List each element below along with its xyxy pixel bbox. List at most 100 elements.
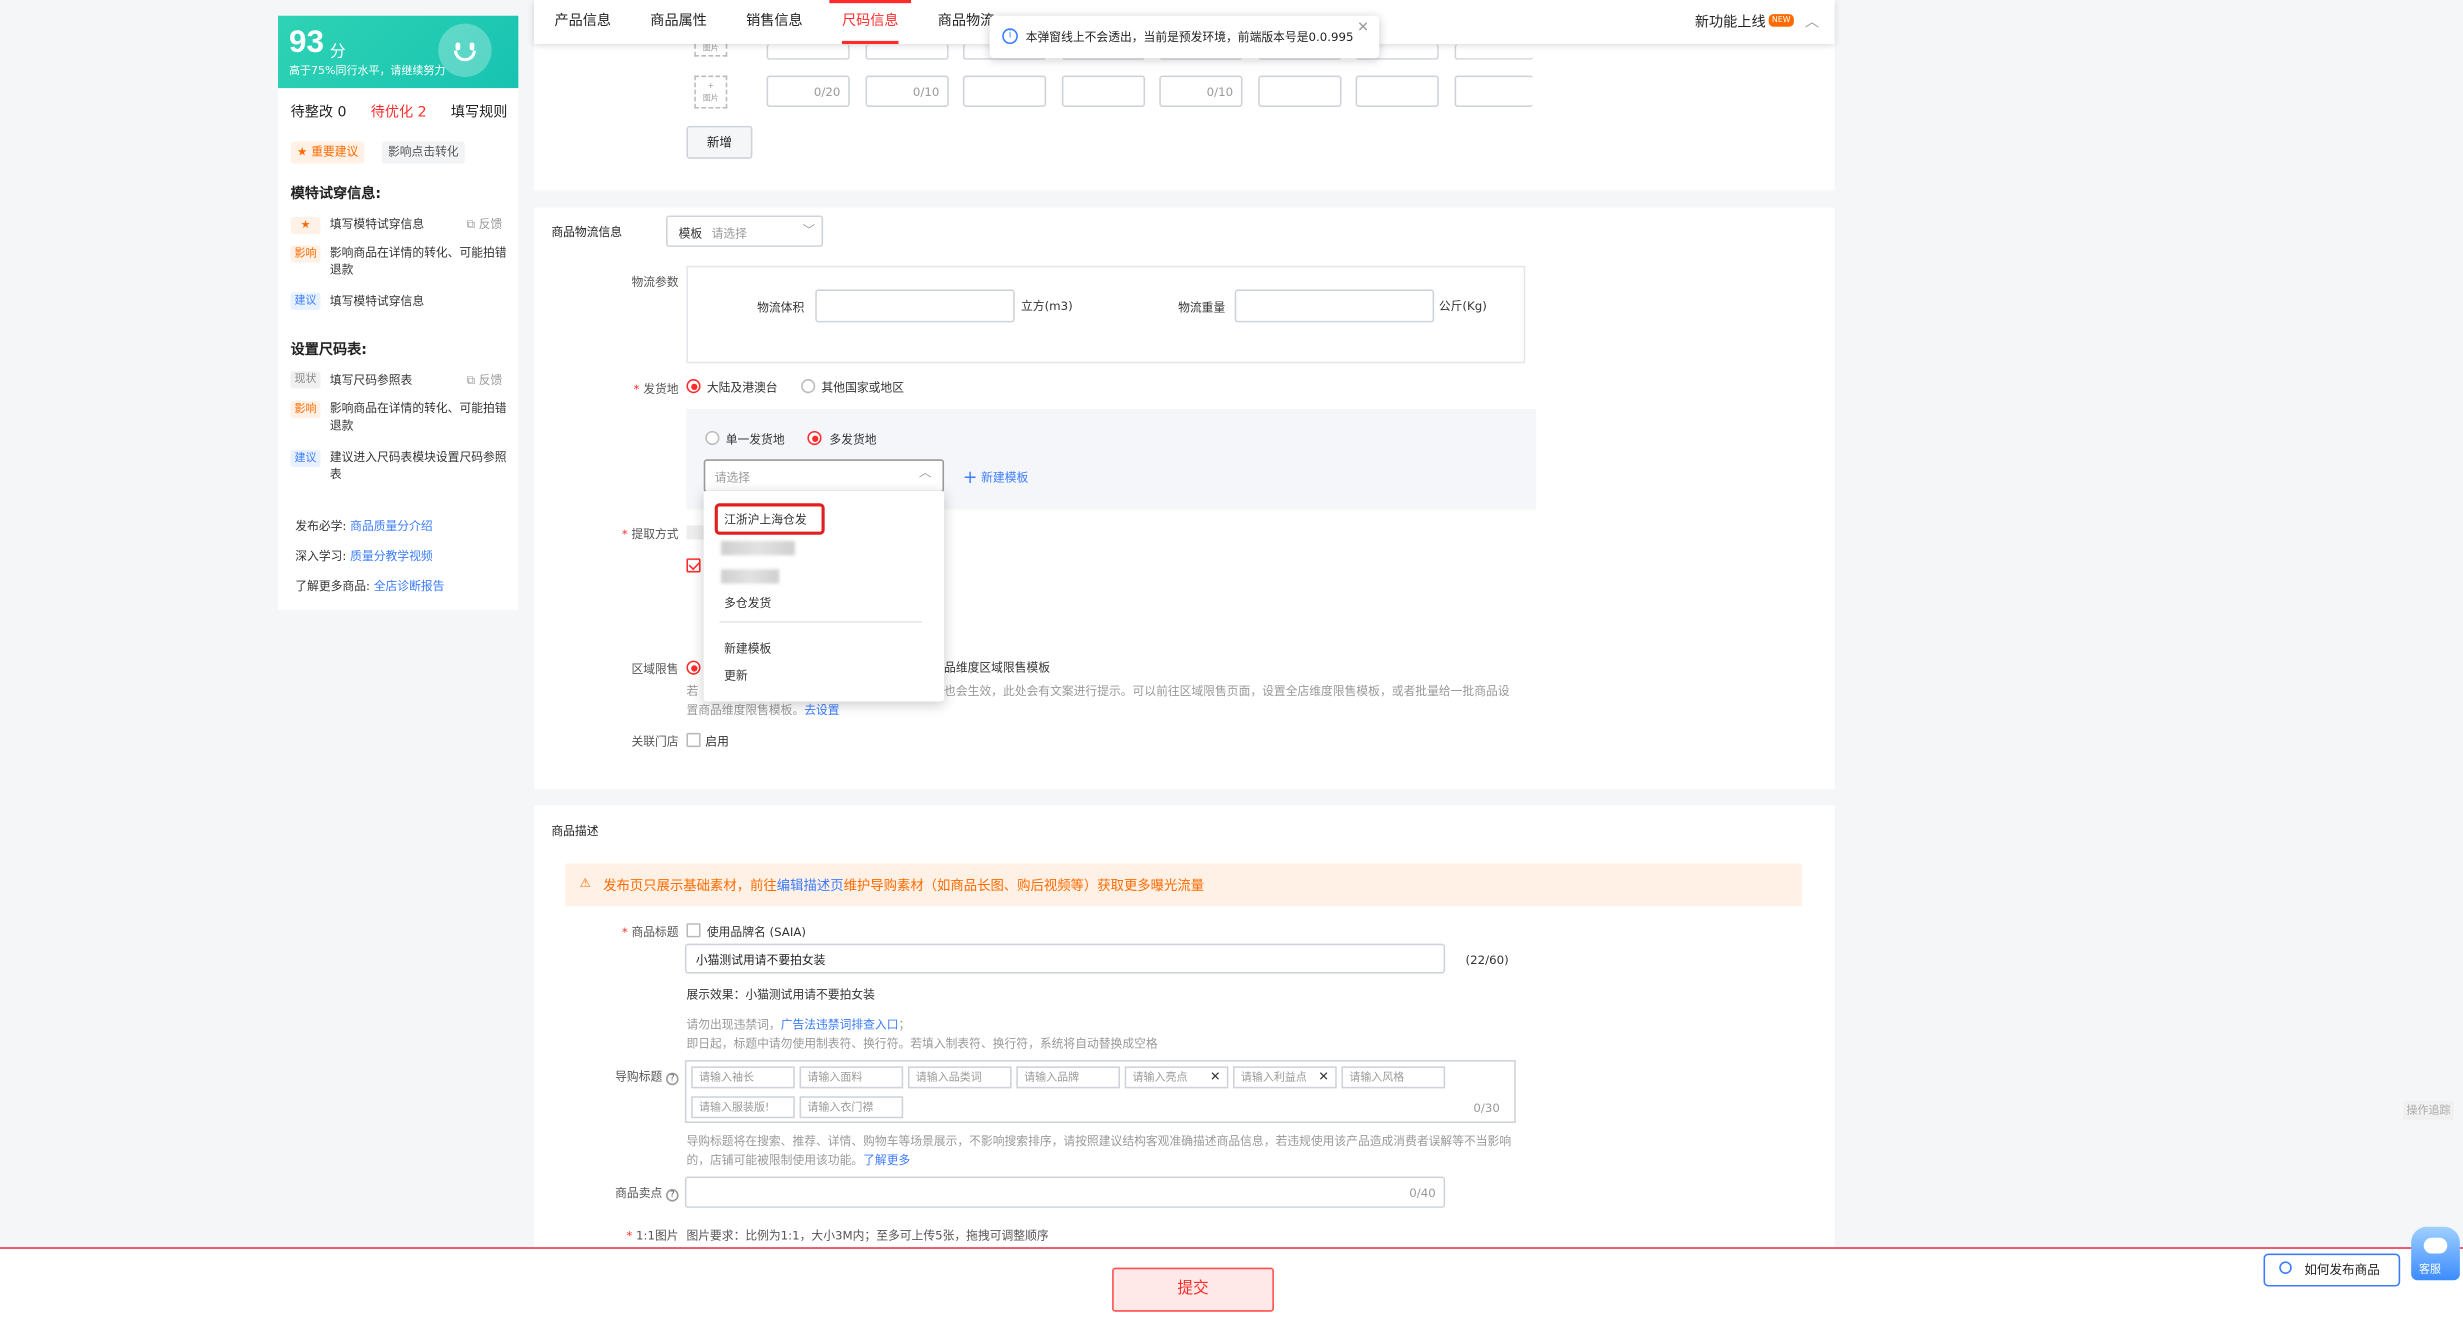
origin-radio-other[interactable] (801, 379, 816, 394)
guide-tag-style[interactable]: 请输入风格 (1341, 1066, 1446, 1089)
new-template-link[interactable]: + 新建模板 (962, 466, 1028, 488)
char-count: 0/20 (813, 84, 841, 100)
image-upload[interactable]: + 图片 (694, 75, 728, 109)
tag-text: 请输入利益点 (1240, 1071, 1307, 1084)
title-input[interactable]: 小猫测试用请不要拍女装 (684, 943, 1446, 974)
blurred-option[interactable] (720, 541, 795, 556)
sku-cell[interactable] (1258, 75, 1342, 107)
pickup-checkbox[interactable] (686, 558, 701, 573)
close-icon[interactable]: ✕ (1357, 20, 1369, 36)
region-radio[interactable] (686, 660, 701, 675)
dropdown-new-template[interactable]: 新建模板 (724, 640, 771, 657)
sku-cell[interactable] (1061, 75, 1146, 107)
guide-tag-category[interactable]: 请输入品类词 (907, 1066, 1012, 1089)
store-label: 关联门店 (631, 734, 679, 749)
blurred-option[interactable] (720, 569, 780, 584)
title-count: (22/60) (1465, 953, 1509, 968)
feedback-link[interactable]: ⧉ 反馈 (467, 215, 503, 232)
dropdown-option-jzh[interactable]: 江浙沪上海仓发 (724, 511, 806, 528)
image-upload[interactable]: 图片 (694, 44, 728, 57)
multi-origin-radio[interactable] (807, 430, 822, 446)
learn-more-link[interactable]: 了解更多 (863, 1153, 910, 1167)
sku-cell[interactable] (1355, 75, 1439, 107)
info-icon: i (1002, 28, 1018, 45)
selling-label-text: 商品卖点 (615, 1185, 663, 1201)
guide-desc2: 的，店铺可能被限制使用该功能。了解更多 (686, 1151, 910, 1168)
image-label: 图片 (702, 94, 719, 104)
new-feature-link[interactable]: 新功能上线 (1695, 11, 1766, 32)
edit-description-link[interactable]: 编辑描述页 (777, 879, 844, 895)
filter-click-conversion[interactable]: 影响点击转化 (381, 141, 465, 164)
tab-product-info[interactable]: 产品信息 (554, 0, 611, 44)
filter-important[interactable]: ★ 重要建议 (290, 141, 365, 164)
region-desc-text: 置商品维度限售模板。 (686, 703, 805, 718)
banned-words-link[interactable]: 广告法违禁词排查入口 (781, 1018, 899, 1032)
customer-service-bot[interactable]: 客服 (2411, 1226, 2460, 1281)
store-checkbox[interactable] (686, 732, 701, 748)
brand-checkbox[interactable] (686, 923, 701, 938)
guide-tag-benefit[interactable]: 请输入利益点 ✕ (1233, 1066, 1337, 1089)
plus-icon: + (962, 467, 978, 488)
status-badge: 现状 (290, 371, 321, 389)
selling-input[interactable]: 0/40 (684, 1176, 1446, 1208)
image-label-text: 1:1图片 (636, 1228, 679, 1243)
impact-badge: 影响 (290, 401, 321, 419)
chevron-up-icon[interactable]: ︿ (1805, 11, 1819, 32)
tab-pending-optimize[interactable]: 待优化 2 (371, 101, 427, 121)
dropdown-refresh[interactable]: 更新 (724, 667, 748, 684)
guide-tag-fit[interactable]: 请输入服装版! (691, 1096, 795, 1119)
volume-input[interactable] (815, 289, 1015, 323)
how-to-publish-button[interactable]: 如何发布商品 (2263, 1253, 2401, 1287)
shop-report-link[interactable]: 全店诊断报告 (374, 579, 445, 593)
sku-cell[interactable] (962, 75, 1047, 107)
sku-cell[interactable] (865, 44, 949, 60)
submit-button[interactable]: 提交 (1112, 1267, 1274, 1312)
env-toast: i 本弹窗线上不会透出，当前是预发环境，前端版本号是0.0.995 ✕ (989, 15, 1380, 59)
sku-cell[interactable]: 0/10 (865, 75, 949, 107)
tab-logistics[interactable]: 商品物流 (938, 0, 995, 44)
template-select[interactable]: 模板 请选择 ﹀ (666, 215, 824, 247)
weight-input[interactable] (1234, 289, 1435, 323)
score-value: 93 (289, 25, 324, 60)
origin-select[interactable]: 请选择 ︿ (703, 459, 945, 493)
sku-cell[interactable] (766, 44, 850, 60)
tab-fill-rules[interactable]: 填写规则 (451, 101, 508, 121)
guide-tag-brand[interactable]: 请输入品牌 (1016, 1066, 1120, 1089)
tab-attributes[interactable]: 商品属性 (650, 0, 707, 44)
guide-tag-sleeve[interactable]: 请输入袖长 (691, 1066, 795, 1089)
tab-size-info[interactable]: 尺码信息 (829, 0, 912, 45)
teaching-video-link[interactable]: 质量分教学视频 (350, 549, 432, 563)
sku-cell[interactable]: 0/10 (1159, 75, 1243, 107)
help-icon[interactable]: ? (666, 1189, 679, 1202)
sku-cell[interactable] (1454, 44, 1534, 60)
pickup-option[interactable] (686, 525, 704, 540)
section-title-size: 设置尺码表: (290, 342, 367, 359)
guide-tag-fabric[interactable]: 请输入面料 (799, 1066, 904, 1089)
guide-tag-highlight[interactable]: 请输入亮点 ✕ (1124, 1066, 1229, 1089)
pickup-label-text: 提取方式 (631, 526, 679, 542)
sku-cell[interactable] (1454, 75, 1534, 107)
store-check-label: 启用 (705, 734, 729, 749)
origin-radio-mainland[interactable] (686, 379, 701, 394)
dropdown-option-multi[interactable]: 多仓发货 (724, 595, 771, 612)
close-icon[interactable]: ✕ (1210, 1068, 1221, 1087)
help-icon[interactable]: ? (666, 1072, 679, 1086)
close-icon[interactable]: ✕ (1318, 1068, 1329, 1087)
region-settings-link[interactable]: 去设置 (804, 703, 839, 717)
char-count: 0/10 (1206, 84, 1234, 100)
guide-tag-placket[interactable]: 请输入衣门襟 (799, 1096, 904, 1119)
ship-option: 单一发货地 (725, 432, 785, 447)
tab-sales-info[interactable]: 销售信息 (746, 0, 803, 44)
single-origin-radio[interactable] (705, 430, 720, 446)
pickup-label: * 提取方式 (621, 526, 679, 542)
tab-pending-fix[interactable]: 待整改 0 (291, 101, 347, 121)
guide-label-text: 导购标题 (615, 1069, 663, 1084)
brand-check-label: 使用品牌名 (SAIA) (706, 924, 806, 939)
trace-button[interactable]: 操作追踪 (2403, 1100, 2454, 1120)
warning-icon: ⚠ (579, 876, 591, 891)
quality-intro-link[interactable]: 商品质量分介绍 (350, 519, 432, 533)
ship-option: 多发货地 (829, 432, 877, 447)
add-row-button[interactable]: 新增 (686, 125, 753, 159)
sku-cell[interactable]: 0/20 (766, 75, 850, 107)
feedback-link[interactable]: ⧉ 反馈 (467, 371, 503, 388)
